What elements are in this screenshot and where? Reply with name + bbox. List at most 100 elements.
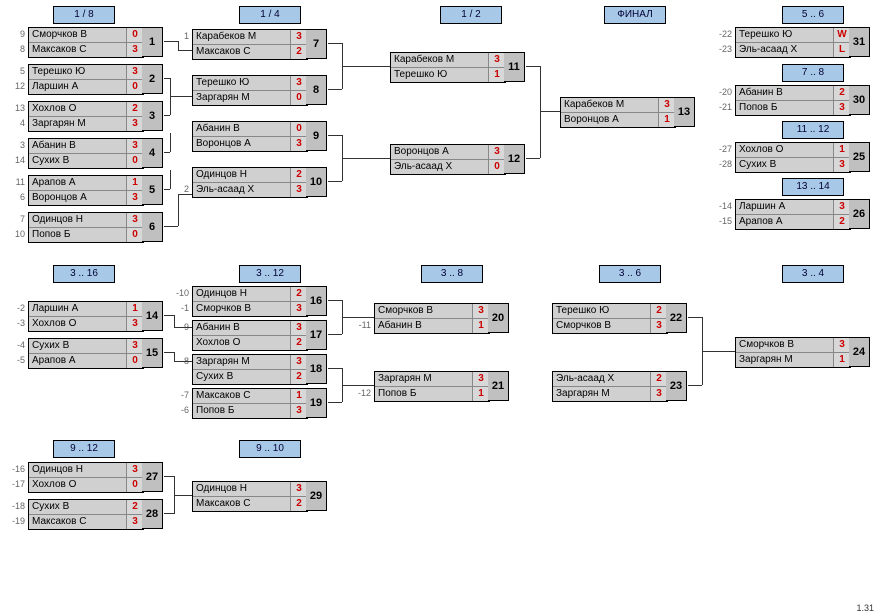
player-name: Ларшин А bbox=[29, 80, 126, 94]
player-name: Абанин В bbox=[29, 139, 126, 153]
player-name: Заргарян М bbox=[193, 91, 290, 105]
connector bbox=[328, 368, 342, 369]
player-score: 3 bbox=[126, 213, 143, 227]
match-14[interactable]: Ларшин А1Хохлов О3 bbox=[28, 301, 144, 332]
player-score: 3 bbox=[126, 139, 143, 153]
match-number: 12 bbox=[504, 144, 525, 174]
player-score: 0 bbox=[126, 478, 143, 492]
player-name: Попов Б bbox=[736, 101, 833, 115]
match-31[interactable]: Терешко ЮWЭль-асаад ХL bbox=[735, 27, 851, 58]
match-25[interactable]: Хохлов О1Сухих В3 bbox=[735, 142, 851, 173]
round-header-gfin: ФИНАЛ bbox=[604, 6, 666, 24]
connector bbox=[342, 300, 343, 317]
connector bbox=[170, 78, 171, 97]
match-21[interactable]: Заргарян М3Попов Б1 bbox=[374, 371, 490, 402]
round-header-g18: 1 / 8 bbox=[53, 6, 115, 24]
match-15[interactable]: Сухих В3Арапов А0 bbox=[28, 338, 144, 369]
connector bbox=[526, 66, 540, 67]
match-1[interactable]: Сморчков В0Максаков С3 bbox=[28, 27, 144, 58]
player-score: 3 bbox=[290, 137, 307, 151]
seed-label: -14 bbox=[714, 199, 732, 213]
player-name: Абанин В bbox=[736, 86, 833, 100]
player-name: Арапов А bbox=[736, 215, 833, 229]
match-number: 8 bbox=[306, 75, 327, 105]
player-name: Сморчков В bbox=[193, 302, 290, 316]
player-score: 3 bbox=[290, 321, 307, 335]
match-28[interactable]: Сухих В2Максаков С3 bbox=[28, 499, 144, 530]
seed-label: 7 bbox=[7, 212, 25, 226]
player-name: Воронцов А bbox=[391, 145, 488, 159]
player-score: 2 bbox=[290, 168, 307, 182]
player-name: Ларшин А bbox=[29, 302, 126, 316]
seed-label: -10 bbox=[171, 286, 189, 300]
match-5[interactable]: Арапов А1Воронцов А3 bbox=[28, 175, 144, 206]
connector bbox=[342, 66, 343, 89]
player-name: Воронцов А bbox=[29, 191, 126, 205]
match-16[interactable]: Одинцов Н2Сморчков В3 bbox=[192, 286, 308, 317]
match-20[interactable]: Сморчков В3Абанин В1 bbox=[374, 303, 490, 334]
connector bbox=[178, 41, 179, 50]
round-header-g312: 3 .. 12 bbox=[239, 265, 301, 283]
player-name: Одинцов Н bbox=[29, 213, 126, 227]
match-30[interactable]: Абанин В2Попов Б3 bbox=[735, 85, 851, 116]
player-score: 1 bbox=[290, 389, 307, 403]
connector bbox=[342, 158, 390, 159]
round-header-g12: 1 / 2 bbox=[440, 6, 502, 24]
connector bbox=[526, 158, 540, 159]
player-name: Хохлов О bbox=[29, 478, 126, 492]
connector bbox=[328, 300, 342, 301]
match-26[interactable]: Ларшин А3Арапов А2 bbox=[735, 199, 851, 230]
player-name: Сухих В bbox=[736, 158, 833, 172]
connector bbox=[342, 385, 374, 386]
match-6[interactable]: Одинцов Н3Попов Б0 bbox=[28, 212, 144, 243]
seed-label: 14 bbox=[7, 153, 25, 167]
match-3[interactable]: Хохлов О2Заргарян М3 bbox=[28, 101, 144, 132]
player-score: 0 bbox=[488, 160, 505, 174]
player-score: 0 bbox=[290, 122, 307, 136]
match-18[interactable]: Заргарян М3Сухих В2 bbox=[192, 354, 308, 385]
round-header-g910: 9 .. 10 bbox=[239, 440, 301, 458]
seed-label: -17 bbox=[7, 477, 25, 491]
connector bbox=[164, 152, 170, 153]
connector bbox=[328, 181, 342, 182]
match-4[interactable]: Абанин В3Сухих В0 bbox=[28, 138, 144, 169]
connector bbox=[174, 315, 175, 327]
player-name: Заргарян М bbox=[553, 387, 650, 401]
player-score: 2 bbox=[290, 287, 307, 301]
player-score: 3 bbox=[290, 355, 307, 369]
player-name: Арапов А bbox=[29, 354, 126, 368]
seed-label: -19 bbox=[7, 514, 25, 528]
player-score: 0 bbox=[126, 154, 143, 168]
player-name: Хохлов О bbox=[736, 143, 833, 157]
match-8[interactable]: Терешко Ю3Заргарян М0 bbox=[192, 75, 308, 106]
connector bbox=[174, 495, 192, 496]
seed-label: -5 bbox=[7, 353, 25, 367]
match-19[interactable]: Максаков С1Попов Б3 bbox=[192, 388, 308, 419]
match-7[interactable]: Карабеков М3Максаков С2 bbox=[192, 29, 308, 60]
match-9[interactable]: Абанин В0Воронцов А3 bbox=[192, 121, 308, 152]
match-number: 3 bbox=[142, 101, 163, 131]
seed-label: 13 bbox=[7, 101, 25, 115]
connector bbox=[164, 352, 174, 353]
match-22[interactable]: Терешко Ю2Сморчков В3 bbox=[552, 303, 668, 334]
match-13[interactable]: Карабеков М3Воронцов А1 bbox=[560, 97, 676, 128]
match-24[interactable]: Сморчков В3Заргарян М1 bbox=[735, 337, 851, 368]
connector bbox=[702, 351, 735, 352]
seed-label: 6 bbox=[7, 190, 25, 204]
match-11[interactable]: Карабеков М3Терешко Ю1 bbox=[390, 52, 506, 83]
match-27[interactable]: Одинцов Н3Хохлов О0 bbox=[28, 462, 144, 493]
match-10[interactable]: Одинцов Н2Эль-асаад Х3 bbox=[192, 167, 308, 198]
match-number: 17 bbox=[306, 320, 327, 350]
player-name: Одинцов Н bbox=[193, 482, 290, 496]
player-score: 3 bbox=[126, 117, 143, 131]
seed-label: -6 bbox=[171, 403, 189, 417]
match-29[interactable]: Одинцов Н3Максаков С2 bbox=[192, 481, 308, 512]
match-17[interactable]: Абанин В3Хохлов О2 bbox=[192, 320, 308, 351]
player-score: 0 bbox=[126, 80, 143, 94]
match-number: 22 bbox=[666, 303, 687, 333]
player-score: 2 bbox=[290, 336, 307, 350]
match-23[interactable]: Эль-асаад Х2Заргарян М3 bbox=[552, 371, 668, 402]
match-2[interactable]: Терешко Ю3Ларшин А0 bbox=[28, 64, 144, 95]
match-12[interactable]: Воронцов А3Эль-асаад Х0 bbox=[390, 144, 506, 175]
connector bbox=[342, 43, 343, 66]
